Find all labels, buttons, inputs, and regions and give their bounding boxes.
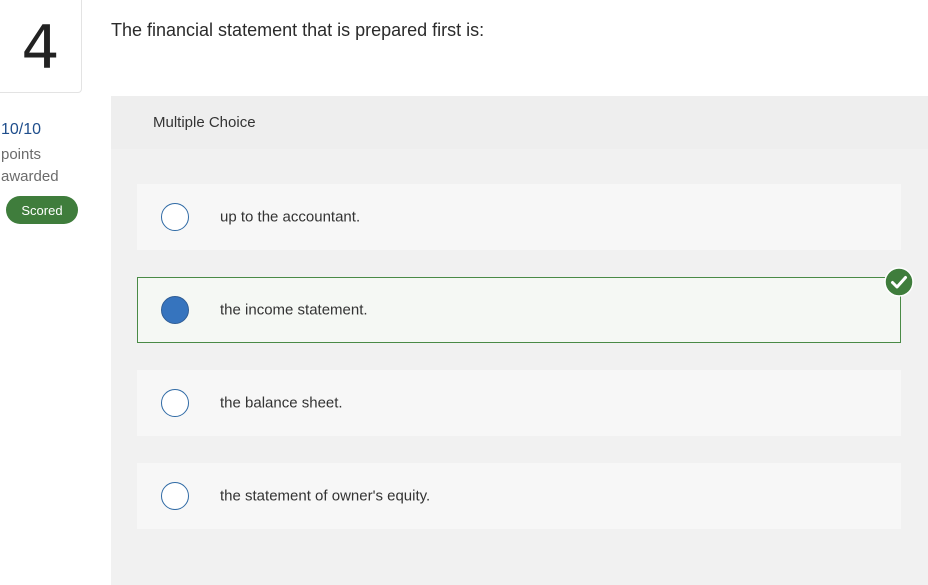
answer-option[interactable]: the statement of owner's equity.	[137, 463, 901, 529]
answer-option[interactable]: the balance sheet.	[137, 370, 901, 436]
answer-option-label: up to the accountant.	[220, 208, 361, 226]
answer-option-label: the income statement.	[220, 301, 368, 319]
question-page: 4 10/10 points awarded Scored The financ…	[0, 0, 928, 585]
answer-option[interactable]: up to the accountant.	[137, 184, 901, 250]
answer-option-label: the statement of owner's equity.	[220, 487, 431, 505]
status-badge: Scored	[6, 196, 78, 224]
answer-options: up to the accountant. the income stateme…	[137, 184, 914, 556]
question-number-box: 4	[0, 0, 82, 93]
radio-button[interactable]	[161, 389, 189, 417]
question-type-header: Multiple Choice	[111, 96, 928, 149]
check-circle-icon	[884, 267, 914, 297]
answer-option-label: the balance sheet.	[220, 394, 343, 412]
answer-panel: Multiple Choice up to the accountant. th…	[111, 96, 928, 585]
answer-option-selected[interactable]: the income statement.	[137, 267, 914, 343]
question-text: The financial statement that is prepared…	[111, 20, 485, 40]
radio-button[interactable]	[161, 482, 189, 510]
points-score: 10/10	[1, 121, 42, 138]
question-number: 4	[21, 13, 60, 83]
points-label: points awarded	[1, 146, 59, 185]
radio-button[interactable]	[161, 203, 189, 231]
radio-button-selected[interactable]	[161, 296, 189, 324]
